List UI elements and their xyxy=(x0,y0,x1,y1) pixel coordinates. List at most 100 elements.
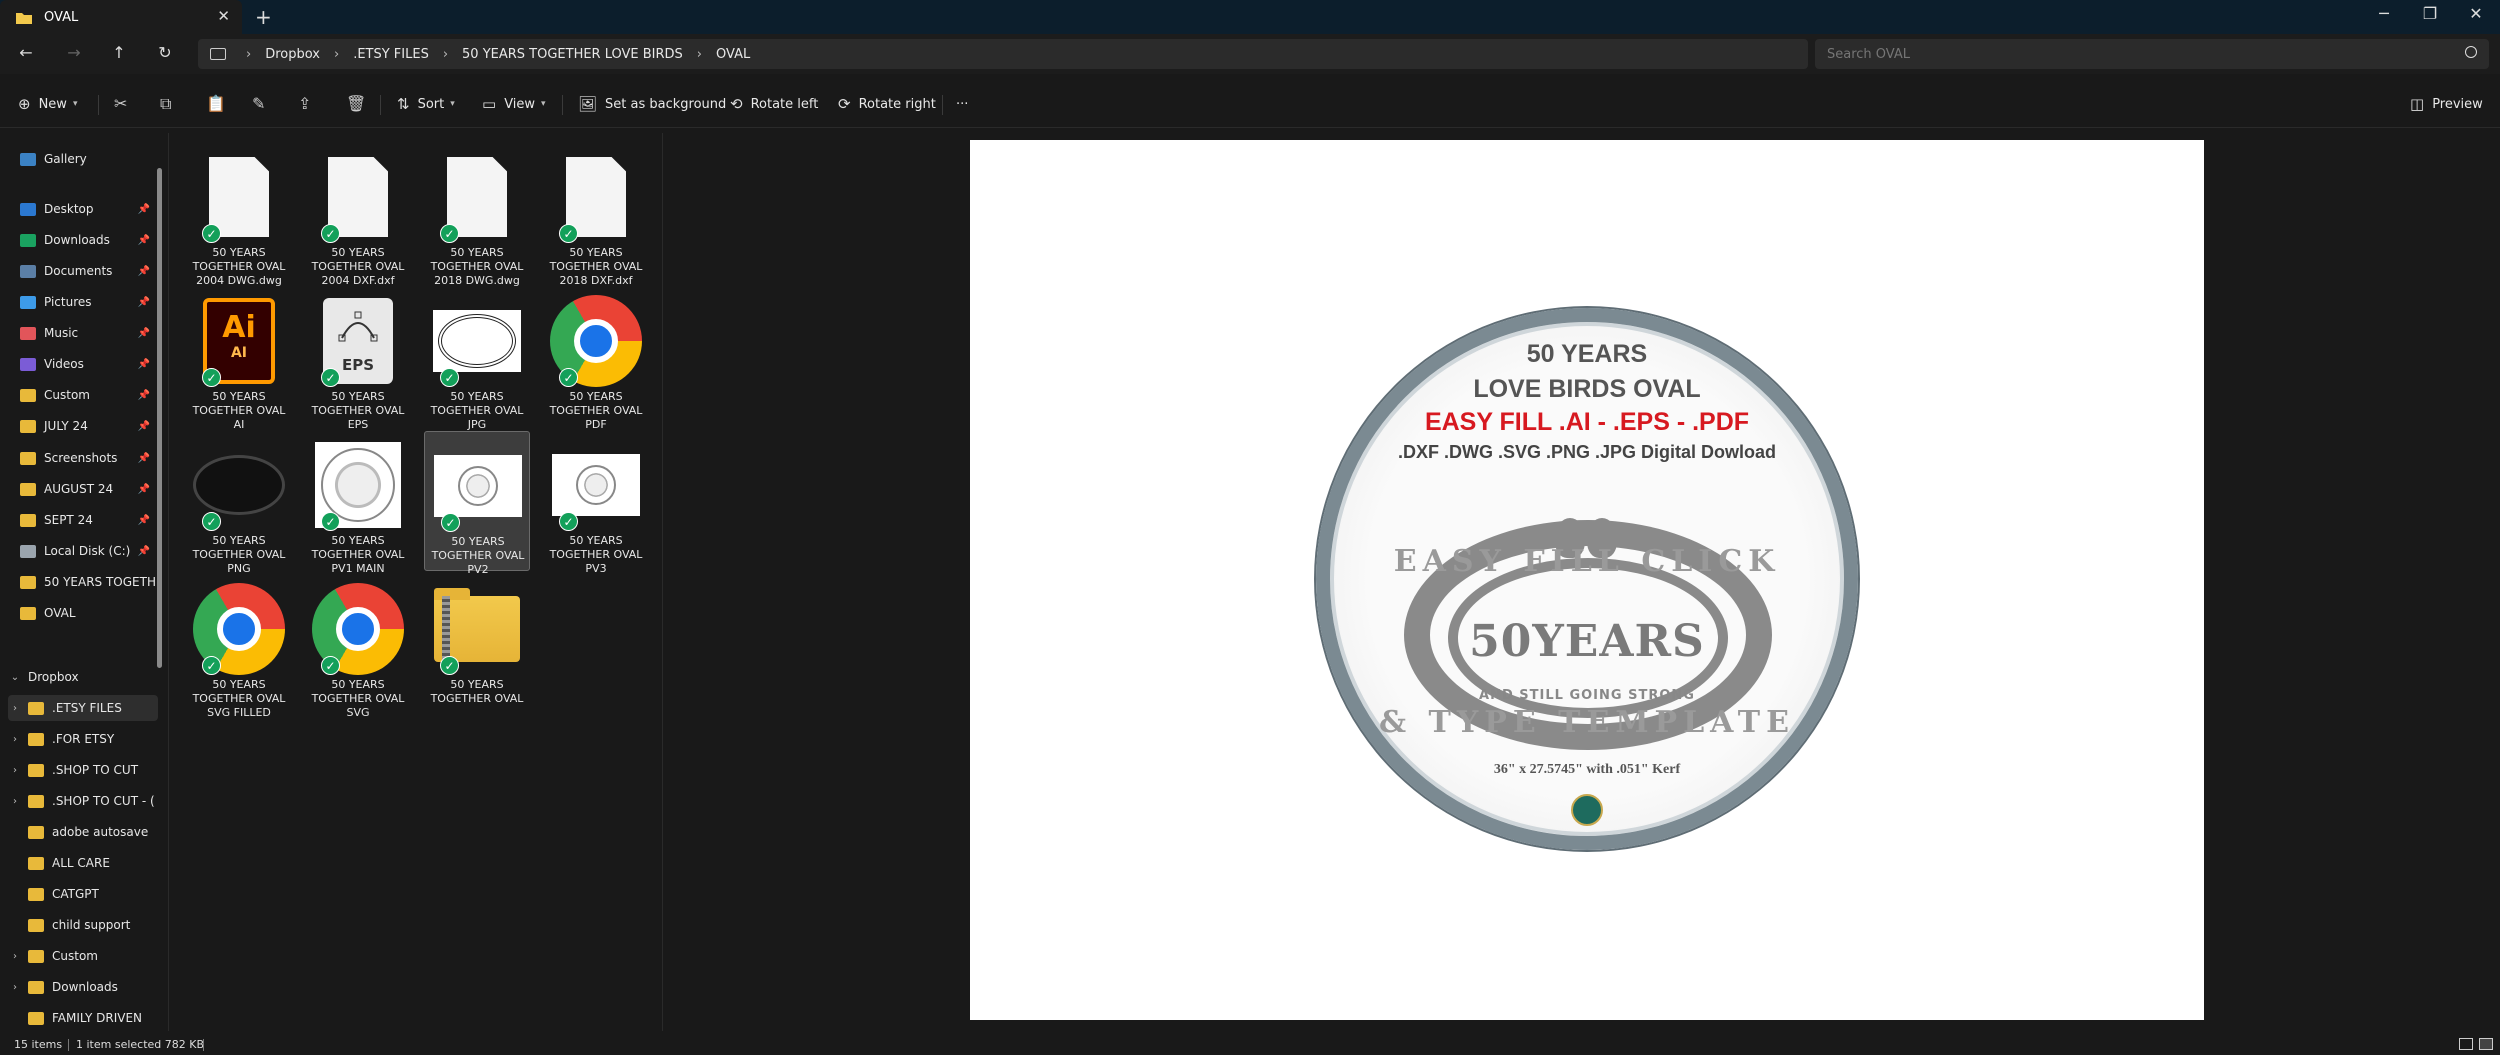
tree-item[interactable]: › Downloads xyxy=(8,974,158,1000)
sidebar-item[interactable]: OVAL xyxy=(20,600,160,626)
file-item[interactable]: ✓ 50 YEARS TOGETHER OVAL 2004 DXF.dxf xyxy=(305,143,411,287)
this-pc-icon[interactable] xyxy=(210,48,226,60)
file-item[interactable]: ✓ 50 YEARS TOGETHER OVAL PV1 MAIN xyxy=(305,431,411,575)
pin-icon[interactable]: 📌 xyxy=(138,390,150,401)
chevron-right-icon[interactable]: › xyxy=(697,47,702,62)
pin-icon[interactable]: 📌 xyxy=(138,235,150,246)
rename-icon[interactable]: ✎ xyxy=(252,94,265,113)
sidebar-item[interactable]: Documents 📌 xyxy=(20,258,160,284)
sidebar-item[interactable]: Downloads 📌 xyxy=(20,227,160,253)
sidebar-item-dropbox[interactable]: ⌄ Dropbox xyxy=(8,664,168,690)
sidebar-item[interactable]: Custom 📌 xyxy=(20,382,160,408)
chevron-right-icon[interactable]: › xyxy=(8,734,22,745)
copy-icon[interactable]: ⧉ xyxy=(160,94,171,114)
sidebar-item[interactable]: Desktop 📌 xyxy=(20,196,160,222)
tree-item[interactable]: › .FOR ETSY xyxy=(8,726,158,752)
tree-item[interactable]: adobe autosave xyxy=(8,819,158,845)
chevron-right-icon[interactable]: › xyxy=(8,765,22,776)
search-icon[interactable] xyxy=(2465,46,2477,58)
cut-icon[interactable]: ✂ xyxy=(114,94,127,113)
up-arrow-icon[interactable]: ↑ xyxy=(107,43,131,65)
file-item[interactable]: ✓ 50 YEARS TOGETHER OVAL PNG xyxy=(186,431,292,575)
back-arrow-icon[interactable]: ← xyxy=(14,43,38,65)
close-window-button[interactable]: ✕ xyxy=(2454,4,2498,23)
file-item[interactable]: ✓ 50 YEARS TOGETHER OVAL PDF xyxy=(543,287,649,431)
tree-item[interactable]: ALL CARE xyxy=(8,850,158,876)
tree-item[interactable]: › Custom xyxy=(8,943,158,969)
sidebar-item[interactable]: 50 YEARS TOGETHI xyxy=(20,569,160,595)
breadcrumb[interactable]: › Dropbox › .ETSY FILES › 50 YEARS TOGET… xyxy=(198,39,1808,69)
pin-icon[interactable]: 📌 xyxy=(138,204,150,215)
rotate-right-button[interactable]: ⟳ Rotate right xyxy=(838,92,936,116)
tree-item[interactable]: › .SHOP TO CUT xyxy=(8,757,158,783)
sidebar-item[interactable]: AUGUST 24 📌 xyxy=(20,476,160,502)
file-item[interactable]: ✓ 50 YEARS TOGETHER OVAL SVG FILLED xyxy=(186,575,292,719)
file-item[interactable]: ✓ 50 YEARS TOGETHER OVAL PV3 xyxy=(543,431,649,575)
file-item[interactable]: ✓ 50 YEARS TOGETHER OVAL SVG xyxy=(305,575,411,719)
sidebar-item[interactable]: Videos 📌 xyxy=(20,351,160,377)
close-tab-icon[interactable]: ✕ xyxy=(217,7,230,25)
tree-item[interactable]: › .ETSY FILES xyxy=(8,695,158,721)
new-tab-button[interactable]: + xyxy=(255,5,272,29)
pane-divider[interactable] xyxy=(662,133,663,1031)
refresh-icon[interactable]: ↻ xyxy=(153,43,177,65)
crumb-dropbox[interactable]: Dropbox xyxy=(265,47,320,62)
file-item[interactable]: Ai AI ✓ 50 YEARS TOGETHER OVAL AI xyxy=(186,287,292,431)
maximize-button[interactable]: ❐ xyxy=(2408,4,2452,23)
minimize-button[interactable]: ─ xyxy=(2362,4,2406,23)
chevron-right-icon[interactable]: › xyxy=(8,796,22,807)
crumb-etsy-files[interactable]: .ETSY FILES xyxy=(353,47,429,62)
file-item[interactable]: EPS ✓ 50 YEARS TOGETHER OVAL EPS xyxy=(305,287,411,431)
paste-icon[interactable]: 📋 xyxy=(206,94,226,113)
file-item[interactable]: ✓ 50 YEARS TOGETHER OVAL 2018 DWG.dwg xyxy=(424,143,530,287)
pin-icon[interactable]: 📌 xyxy=(138,297,150,308)
pin-icon[interactable]: 📌 xyxy=(138,266,150,277)
crumb-oval[interactable]: OVAL xyxy=(716,47,750,62)
file-item[interactable]: ✓ 50 YEARS TOGETHER OVAL 2018 DXF.dxf xyxy=(543,143,649,287)
file-item[interactable]: ✓ 50 YEARS TOGETHER OVAL PV2 xyxy=(424,431,530,576)
tab-oval[interactable]: OVAL ✕ xyxy=(0,0,242,34)
share-icon[interactable]: ⇪ xyxy=(298,94,311,113)
sidebar-item[interactable]: Local Disk (C:) 📌 xyxy=(20,538,160,564)
sidebar-item[interactable]: Gallery xyxy=(20,146,160,172)
pin-icon[interactable]: 📌 xyxy=(138,328,150,339)
new-button[interactable]: ⊕ New ▾ xyxy=(18,92,77,116)
chevron-right-icon[interactable]: › xyxy=(8,703,22,714)
sidebar-item[interactable]: SEPT 24 📌 xyxy=(20,507,160,533)
more-options-icon[interactable]: ··· xyxy=(956,92,968,116)
trash-icon[interactable]: 🗑 xyxy=(346,94,366,113)
pin-icon[interactable]: 📌 xyxy=(138,453,150,464)
pin-icon[interactable]: 📌 xyxy=(138,515,150,526)
chevron-down-icon[interactable]: ⌄ xyxy=(8,672,22,683)
set-as-background-button[interactable]: 🖼 Set as background xyxy=(578,92,726,116)
preview-button[interactable]: ◫ Preview xyxy=(2410,92,2483,116)
tree-item[interactable]: CATGPT xyxy=(8,881,158,907)
sidebar-item[interactable]: JULY 24 📌 xyxy=(20,413,160,439)
file-item[interactable]: ✓ 50 YEARS TOGETHER OVAL JPG xyxy=(424,287,530,431)
tiles-view-icon[interactable] xyxy=(2479,1038,2493,1050)
tree-item[interactable]: › .SHOP TO CUT - ( xyxy=(8,788,158,814)
sidebar-item[interactable]: Pictures 📌 xyxy=(20,289,160,315)
details-view-icon[interactable] xyxy=(2459,1038,2473,1050)
tree-item[interactable]: FAMILY DRIVEN xyxy=(8,1005,158,1031)
pin-icon[interactable]: 📌 xyxy=(138,546,150,557)
chevron-right-icon[interactable]: › xyxy=(8,951,22,962)
sidebar-item[interactable]: Screenshots 📌 xyxy=(20,445,160,471)
file-item[interactable]: ✓ 50 YEARS TOGETHER OVAL xyxy=(424,575,530,715)
sidebar-scrollbar[interactable] xyxy=(157,168,162,668)
tree-item[interactable]: child support xyxy=(8,912,158,938)
file-item[interactable]: ✓ 50 YEARS TOGETHER OVAL 2004 DWG.dwg xyxy=(186,143,292,287)
sidebar-item[interactable]: Music 📌 xyxy=(20,320,160,346)
pane-divider[interactable] xyxy=(168,133,169,1031)
pin-icon[interactable]: 📌 xyxy=(138,421,150,432)
search-input[interactable] xyxy=(1827,46,2427,62)
chevron-right-icon[interactable]: › xyxy=(334,47,339,62)
pin-icon[interactable]: 📌 xyxy=(138,484,150,495)
chevron-right-icon[interactable]: › xyxy=(8,982,22,993)
chevron-right-icon[interactable]: › xyxy=(443,47,448,62)
crumb-50-years[interactable]: 50 YEARS TOGETHER LOVE BIRDS xyxy=(462,47,683,62)
rotate-left-button[interactable]: ⟲ Rotate left xyxy=(730,92,818,116)
forward-arrow-icon[interactable]: → xyxy=(62,43,86,65)
view-button[interactable]: ▭ View ▾ xyxy=(482,92,546,116)
chevron-right-icon[interactable]: › xyxy=(246,47,251,62)
